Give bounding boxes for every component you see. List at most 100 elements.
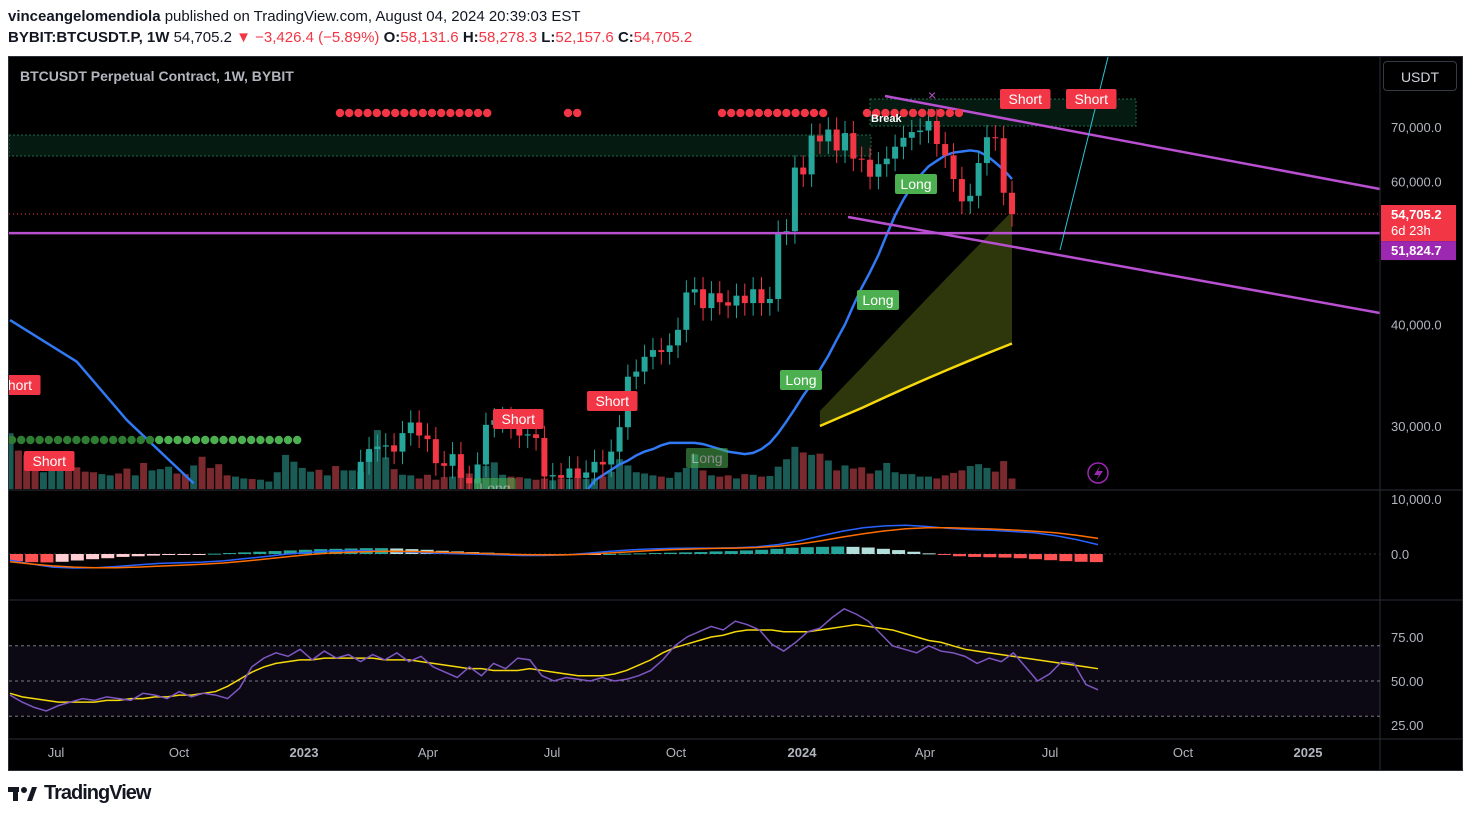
candle-body: [766, 298, 773, 304]
candle-body: [157, 559, 163, 580]
chart-canvas[interactable]: Break × Short Short Short Long Short Long Long Lo…: [0, 0, 1471, 817]
signal-dot: [464, 108, 473, 118]
signal-dot: [354, 108, 363, 118]
signal-label-short: Short: [587, 391, 638, 411]
candle-body: [308, 512, 314, 518]
signal-dot: [247, 435, 256, 445]
candle-body: [741, 295, 748, 304]
macd-histogram-bar: [831, 546, 845, 554]
candle-body: [266, 635, 272, 637]
signal-dot: [62, 435, 72, 445]
signal-dot: [563, 108, 573, 118]
signal-dot: [446, 108, 455, 118]
chart-title: BTCUSDT Perpetual Contract, 1W, BYBIT: [20, 68, 294, 84]
volume-bar: [398, 474, 406, 489]
candle-body: [825, 129, 832, 142]
signal-dot: [256, 435, 265, 445]
signal-label-short: Short: [9, 375, 41, 395]
volume-bar: [749, 474, 757, 489]
candle-body: [457, 454, 464, 478]
signal-dot: [35, 435, 44, 445]
candle-body: [850, 133, 857, 159]
volume-bar: [307, 471, 315, 489]
signal-dot: [927, 108, 936, 118]
volume-bar: [165, 466, 173, 489]
signal-label-long: Long: [686, 448, 728, 468]
volume-bar: [131, 475, 139, 489]
candle-body: [725, 302, 732, 306]
signal-label-long: Long: [857, 290, 899, 310]
macd-histogram-bar: [192, 554, 206, 555]
signal-dot: [228, 435, 237, 445]
signal-label-text: Long: [479, 480, 510, 496]
last-price-badge-text: 54,705.2: [1391, 207, 1442, 222]
candle-body: [958, 179, 965, 202]
candle-body: [950, 155, 957, 180]
signal-dot: [736, 108, 745, 118]
signal-dot: [391, 108, 400, 118]
candle-body: [1000, 138, 1007, 193]
rsi-tick-label: 75.00: [1391, 630, 1424, 645]
footer-logo[interactable]: TradingView: [8, 782, 151, 805]
volume-bar: [724, 475, 732, 489]
volume-bar: [424, 474, 431, 489]
signal-label-long: Long: [895, 174, 937, 194]
rsi-tick-label: 50.00: [1391, 674, 1424, 689]
candle-body: [775, 232, 782, 299]
signal-dot: [164, 435, 173, 445]
volume-bar: [966, 466, 974, 489]
volume-bar: [816, 453, 824, 489]
macd-histogram-bar: [253, 551, 267, 554]
candle-body: [616, 427, 623, 452]
volume-bar: [231, 476, 239, 489]
signal-dot: [745, 108, 754, 118]
candle-body: [149, 580, 155, 585]
candle-body: [249, 626, 255, 639]
candle-body: [182, 576, 188, 585]
currency-button[interactable]: USDT: [1383, 61, 1457, 91]
trend-line: [1059, 57, 1109, 251]
signal-dot: [363, 108, 372, 118]
signal-label-text: Long: [862, 292, 893, 308]
candle-body: [49, 537, 55, 548]
volume-bar: [841, 465, 849, 489]
volume-bar: [925, 476, 932, 489]
candle-body: [708, 293, 715, 309]
macd-histogram-bar: [922, 553, 936, 555]
price-tick-label: 70,000.0: [1391, 120, 1442, 135]
macd-histogram-bar: [785, 547, 799, 554]
candle-body: [232, 631, 238, 644]
macd-histogram-bar: [25, 554, 39, 563]
candle-body: [791, 167, 798, 232]
volume-bar: [666, 477, 674, 489]
candle-body: [324, 502, 330, 526]
volume-bar: [933, 478, 941, 489]
lightning-icon-bolt: [1094, 466, 1103, 481]
signal-dot: [274, 435, 283, 445]
signal-dot: [936, 108, 945, 118]
signal-label-text: Long: [785, 372, 816, 388]
candle-body: [675, 329, 681, 346]
macd-histogram-bar: [679, 552, 693, 554]
candle-body: [333, 502, 339, 542]
signal-dot: [191, 435, 201, 445]
volume-bar: [98, 474, 106, 489]
signal-dot: [182, 435, 191, 445]
signal-dot: [954, 108, 964, 118]
time-tick-label: Apr: [418, 745, 439, 760]
signal-dot: [127, 435, 136, 445]
resistance-zone: [9, 134, 872, 157]
candle-body: [316, 512, 322, 526]
volume-bar: [140, 462, 148, 489]
macd-tick-label: 0.0: [1391, 547, 1409, 562]
candle-body: [816, 135, 823, 142]
signal-dot: [293, 435, 302, 445]
candle-body: [216, 622, 222, 635]
volume-bar: [866, 473, 874, 489]
candle-body: [382, 445, 389, 447]
time-tick-label: 2025: [1294, 745, 1323, 760]
macd-histogram-bar: [40, 554, 54, 563]
signal-label-text: Long: [691, 450, 722, 466]
volume-bar: [632, 472, 640, 489]
candle-body: [908, 132, 915, 138]
